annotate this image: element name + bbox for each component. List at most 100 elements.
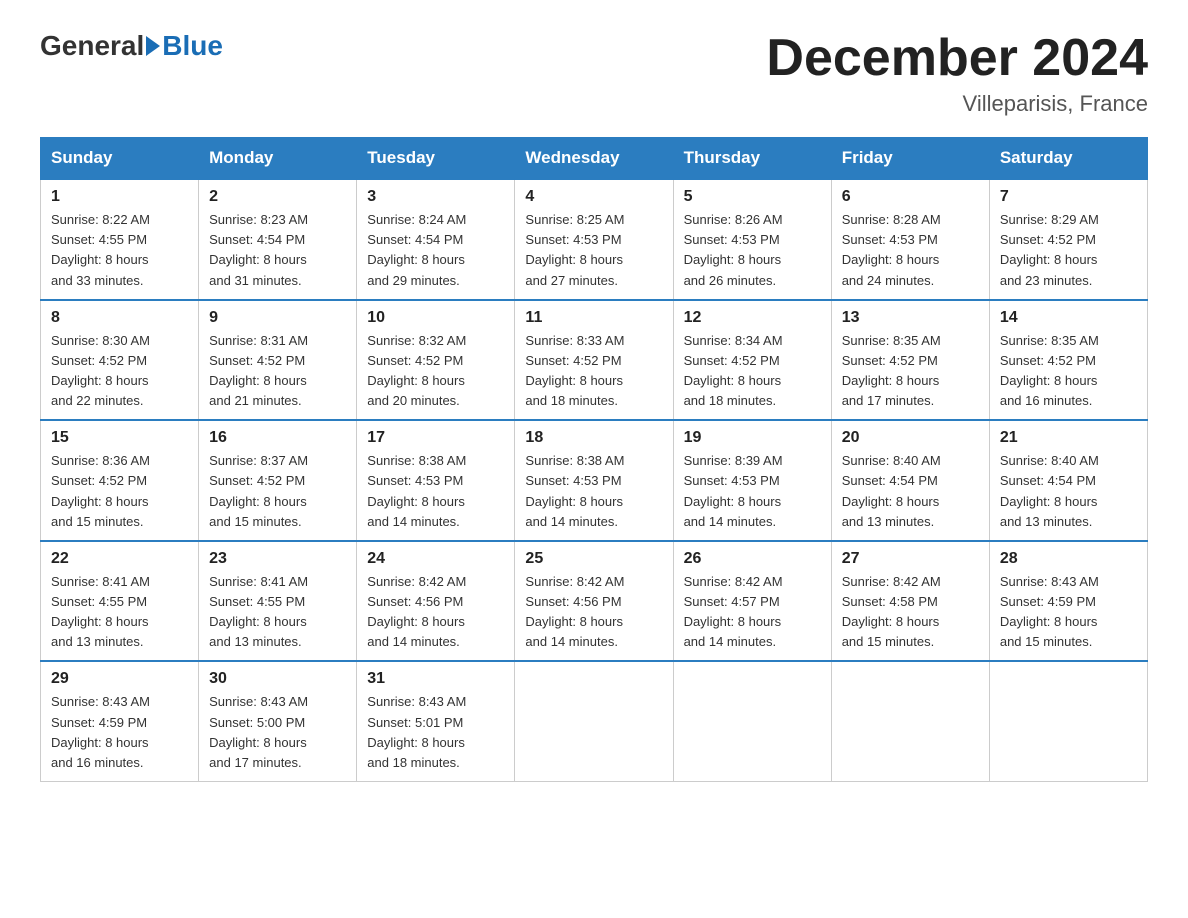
- calendar-week-row: 8Sunrise: 8:30 AM Sunset: 4:52 PM Daylig…: [41, 300, 1148, 421]
- calendar-cell: 14 Sunrise: 8:35 AM Sunset: 4:52 PM Dayli…: [989, 300, 1147, 421]
- day-info: Sunrise: 8:42 AM Sunset: 4:56 PM Dayligh…: [525, 572, 662, 653]
- day-info: Sunrise: 8:22 AM Sunset: 4:55 PM Dayligh…: [51, 210, 188, 291]
- day-info: Sunrise: 8:42 AM Sunset: 4:58 PM Dayligh…: [842, 572, 979, 653]
- day-number: 23: [209, 550, 346, 568]
- calendar-cell: 25Sunrise: 8:42 AM Sunset: 4:56 PM Dayli…: [515, 541, 673, 662]
- day-info: Sunrise: 8:35 AM Sunset: 4:52 PM Dayligh…: [1000, 331, 1137, 412]
- calendar-cell: 16 Sunrise: 8:37 AM Sunset: 4:52 PM Dayli…: [199, 420, 357, 541]
- day-info: Sunrise: 8:26 AM Sunset: 4:53 PM Dayligh…: [684, 210, 821, 291]
- calendar-week-row: 22 Sunrise: 8:41 AM Sunset: 4:55 PM Dayli…: [41, 541, 1148, 662]
- day-number: 24: [367, 550, 504, 568]
- day-info: Sunrise: 8:39 AM Sunset: 4:53 PM Dayligh…: [684, 451, 821, 532]
- day-number: 16: [209, 429, 346, 447]
- day-number: 3: [367, 188, 504, 206]
- day-info: Sunrise: 8:32 AM Sunset: 4:52 PM Dayligh…: [367, 331, 504, 412]
- calendar-cell: 3Sunrise: 8:24 AM Sunset: 4:54 PM Daylig…: [357, 179, 515, 300]
- header-friday: Friday: [831, 138, 989, 180]
- calendar-cell: 30 Sunrise: 8:43 AM Sunset: 5:00 PM Dayli…: [199, 661, 357, 781]
- day-number: 9: [209, 309, 346, 327]
- calendar-cell: 12 Sunrise: 8:34 AM Sunset: 4:52 PM Dayli…: [673, 300, 831, 421]
- calendar-cell: 19 Sunrise: 8:39 AM Sunset: 4:53 PM Dayli…: [673, 420, 831, 541]
- day-info: Sunrise: 8:31 AM Sunset: 4:52 PM Dayligh…: [209, 331, 346, 412]
- calendar-cell: 23 Sunrise: 8:41 AM Sunset: 4:55 PM Dayli…: [199, 541, 357, 662]
- day-info: Sunrise: 8:23 AM Sunset: 4:54 PM Dayligh…: [209, 210, 346, 291]
- calendar-cell: 28Sunrise: 8:43 AM Sunset: 4:59 PM Dayli…: [989, 541, 1147, 662]
- header-thursday: Thursday: [673, 138, 831, 180]
- day-number: 11: [525, 309, 662, 327]
- day-number: 13: [842, 309, 979, 327]
- header-wednesday: Wednesday: [515, 138, 673, 180]
- header-saturday: Saturday: [989, 138, 1147, 180]
- day-number: 17: [367, 429, 504, 447]
- calendar-cell: 26 Sunrise: 8:42 AM Sunset: 4:57 PM Dayli…: [673, 541, 831, 662]
- day-info: Sunrise: 8:25 AM Sunset: 4:53 PM Dayligh…: [525, 210, 662, 291]
- day-info: Sunrise: 8:41 AM Sunset: 4:55 PM Dayligh…: [209, 572, 346, 653]
- day-number: 12: [684, 309, 821, 327]
- calendar-header-row: SundayMondayTuesdayWednesdayThursdayFrid…: [41, 138, 1148, 180]
- day-number: 5: [684, 188, 821, 206]
- day-number: 7: [1000, 188, 1137, 206]
- day-number: 22: [51, 550, 188, 568]
- calendar-cell: 15Sunrise: 8:36 AM Sunset: 4:52 PM Dayli…: [41, 420, 199, 541]
- calendar-cell: 31Sunrise: 8:43 AM Sunset: 5:01 PM Dayli…: [357, 661, 515, 781]
- day-info: Sunrise: 8:38 AM Sunset: 4:53 PM Dayligh…: [367, 451, 504, 532]
- day-number: 14: [1000, 309, 1137, 327]
- logo-blue-text: Blue: [162, 30, 223, 62]
- calendar-cell: 4 Sunrise: 8:25 AM Sunset: 4:53 PM Daylig…: [515, 179, 673, 300]
- day-info: Sunrise: 8:40 AM Sunset: 4:54 PM Dayligh…: [1000, 451, 1137, 532]
- calendar-cell: 1 Sunrise: 8:22 AM Sunset: 4:55 PM Daylig…: [41, 179, 199, 300]
- day-info: Sunrise: 8:34 AM Sunset: 4:52 PM Dayligh…: [684, 331, 821, 412]
- day-info: Sunrise: 8:36 AM Sunset: 4:52 PM Dayligh…: [51, 451, 188, 532]
- calendar-cell: 17 Sunrise: 8:38 AM Sunset: 4:53 PM Dayli…: [357, 420, 515, 541]
- logo-general-text: General: [40, 30, 144, 62]
- day-number: 10: [367, 309, 504, 327]
- day-number: 1: [51, 188, 188, 206]
- day-number: 4: [525, 188, 662, 206]
- calendar-week-row: 1 Sunrise: 8:22 AM Sunset: 4:55 PM Daylig…: [41, 179, 1148, 300]
- logo-arrow-icon: [146, 36, 160, 56]
- day-number: 8: [51, 309, 188, 327]
- calendar-cell: [673, 661, 831, 781]
- day-info: Sunrise: 8:43 AM Sunset: 5:00 PM Dayligh…: [209, 692, 346, 773]
- day-number: 2: [209, 188, 346, 206]
- calendar-cell: 5 Sunrise: 8:26 AM Sunset: 4:53 PM Daylig…: [673, 179, 831, 300]
- calendar-cell: 20 Sunrise: 8:40 AM Sunset: 4:54 PM Dayli…: [831, 420, 989, 541]
- page-header: General Blue December 2024 Villeparisis,…: [40, 30, 1148, 117]
- calendar-cell: 29Sunrise: 8:43 AM Sunset: 4:59 PM Dayli…: [41, 661, 199, 781]
- day-info: Sunrise: 8:42 AM Sunset: 4:57 PM Dayligh…: [684, 572, 821, 653]
- day-info: Sunrise: 8:40 AM Sunset: 4:54 PM Dayligh…: [842, 451, 979, 532]
- calendar-cell: 21Sunrise: 8:40 AM Sunset: 4:54 PM Dayli…: [989, 420, 1147, 541]
- title-section: December 2024 Villeparisis, France: [766, 30, 1148, 117]
- calendar-cell: 11Sunrise: 8:33 AM Sunset: 4:52 PM Dayli…: [515, 300, 673, 421]
- day-number: 18: [525, 429, 662, 447]
- day-number: 6: [842, 188, 979, 206]
- day-info: Sunrise: 8:35 AM Sunset: 4:52 PM Dayligh…: [842, 331, 979, 412]
- day-number: 31: [367, 670, 504, 688]
- calendar-cell: 9 Sunrise: 8:31 AM Sunset: 4:52 PM Daylig…: [199, 300, 357, 421]
- calendar-table: SundayMondayTuesdayWednesdayThursdayFrid…: [40, 137, 1148, 782]
- header-monday: Monday: [199, 138, 357, 180]
- day-info: Sunrise: 8:37 AM Sunset: 4:52 PM Dayligh…: [209, 451, 346, 532]
- day-info: Sunrise: 8:43 AM Sunset: 4:59 PM Dayligh…: [1000, 572, 1137, 653]
- day-number: 26: [684, 550, 821, 568]
- calendar-week-row: 29Sunrise: 8:43 AM Sunset: 4:59 PM Dayli…: [41, 661, 1148, 781]
- day-number: 19: [684, 429, 821, 447]
- day-info: Sunrise: 8:41 AM Sunset: 4:55 PM Dayligh…: [51, 572, 188, 653]
- day-number: 30: [209, 670, 346, 688]
- day-number: 27: [842, 550, 979, 568]
- day-number: 29: [51, 670, 188, 688]
- calendar-cell: 24 Sunrise: 8:42 AM Sunset: 4:56 PM Dayli…: [357, 541, 515, 662]
- day-info: Sunrise: 8:42 AM Sunset: 4:56 PM Dayligh…: [367, 572, 504, 653]
- header-sunday: Sunday: [41, 138, 199, 180]
- day-number: 20: [842, 429, 979, 447]
- logo: General Blue: [40, 30, 223, 62]
- calendar-cell: 22 Sunrise: 8:41 AM Sunset: 4:55 PM Dayli…: [41, 541, 199, 662]
- calendar-cell: 27 Sunrise: 8:42 AM Sunset: 4:58 PM Dayli…: [831, 541, 989, 662]
- calendar-cell: 8Sunrise: 8:30 AM Sunset: 4:52 PM Daylig…: [41, 300, 199, 421]
- day-info: Sunrise: 8:28 AM Sunset: 4:53 PM Dayligh…: [842, 210, 979, 291]
- calendar-cell: 13 Sunrise: 8:35 AM Sunset: 4:52 PM Dayli…: [831, 300, 989, 421]
- calendar-cell: 10 Sunrise: 8:32 AM Sunset: 4:52 PM Dayli…: [357, 300, 515, 421]
- calendar-week-row: 15Sunrise: 8:36 AM Sunset: 4:52 PM Dayli…: [41, 420, 1148, 541]
- calendar-cell: 7Sunrise: 8:29 AM Sunset: 4:52 PM Daylig…: [989, 179, 1147, 300]
- calendar-cell: [831, 661, 989, 781]
